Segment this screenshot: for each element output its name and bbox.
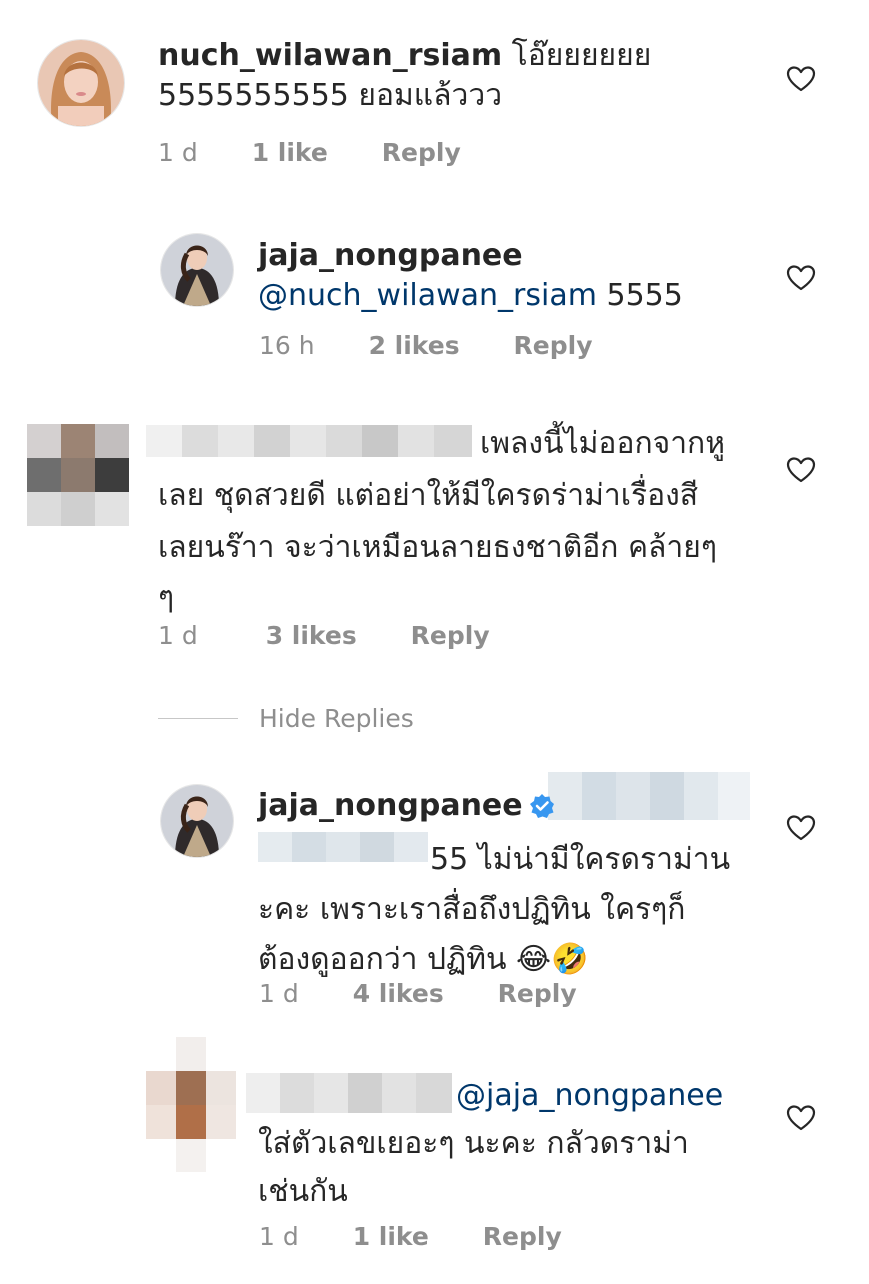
comment-time: 1 d [259,1222,299,1251]
hide-replies-divider [158,718,238,719]
comment-likes[interactable]: 1 like [353,1222,429,1251]
hide-replies-button[interactable]: Hide Replies [259,704,414,733]
comment-body: nuch_wilawan_rsiam โอ๊ยยยยยย 5555555555 … [158,36,718,116]
comment-username[interactable]: nuch_wilawan_rsiam [158,38,502,73]
comment-body: เพลงนี้ไม่ออกจากหู เลย ชุดสวยดี แต่อย่าใ… [158,424,758,618]
avatar-pixelated[interactable] [27,424,129,526]
comment-likes[interactable]: 1 like [252,138,328,167]
comment-text: ะคะ เพราะเราสื่อถึงปฏิทิน ใครๆก็ [258,892,686,927]
avatar-pixelated[interactable] [146,1037,236,1172]
comment-body: jaja_nongpanee 55 ไม่น่ามีใครดราม่าน ะคะ… [258,786,758,980]
heart-outline-icon[interactable] [786,456,816,484]
reply-button[interactable]: Reply [382,138,461,167]
reply-button[interactable]: Reply [483,1222,562,1251]
comment-likes[interactable]: 2 likes [369,331,460,360]
comment-text: โอ๊ยยยยยย [502,38,652,73]
comment-likes[interactable]: 4 likes [353,979,444,1008]
heart-outline-icon[interactable] [786,1104,816,1132]
comment-text: เลย ชุดสวยดี แต่อย่าให้มีใครดร่าม่าเรื่อ… [158,478,699,513]
reply-button[interactable]: Reply [498,979,577,1008]
comment-meta: 1 d 1 like Reply [259,1222,562,1251]
comment-time: 1 d [158,621,198,650]
comment-meta: 1 d 3 likes Reply [158,621,490,650]
avatar-nuch-wilawan[interactable] [38,40,124,126]
comment-text: 5555555555 ยอมแล้ววว [158,78,503,113]
comment-time: 16 h [259,331,315,360]
comment-text: ต้องดูออกว่า ปฏิทิน 😂🤣 [258,942,589,977]
comment-mention[interactable]: @nuch_wilawan_rsiam [258,278,597,313]
reply-button[interactable]: Reply [411,621,490,650]
comment-text: เลยนร๊าา จะว่าเหมือนลายธงชาติอีก คล้ายๆ [158,530,717,565]
comment-likes[interactable]: 3 likes [266,621,357,650]
comment-time: 1 d [158,138,198,167]
comment-meta: 1 d 1 like Reply [158,138,461,167]
comment-text: เพลงนี้ไม่ออกจากหู [480,426,725,461]
comment-meta: 1 d 4 likes Reply [259,979,577,1008]
comment-username[interactable]: jaja_nongpanee [258,238,523,273]
comment-username[interactable]: jaja_nongpanee [258,788,523,823]
avatar-jaja-nongpanee[interactable] [161,785,233,857]
comment-meta: 16 h 2 likes Reply [259,331,593,360]
heart-outline-icon[interactable] [786,814,816,842]
comment-time: 1 d [259,979,299,1008]
comment-text: 5555 [596,278,683,313]
verified-badge-icon [529,790,555,830]
comment-text: ๆ [158,580,175,615]
heart-outline-icon[interactable] [786,264,816,292]
avatar-jaja-nongpanee[interactable] [161,234,233,306]
comment-text: 55 ไม่น่ามีใครดราม่าน [430,842,731,877]
comment-body: jaja_nongpanee @nuch_wilawan_rsiam 5555 [258,236,738,316]
comment-mention[interactable]: @jaja_nongpanee [456,1078,723,1113]
comment-body: @jaja_nongpanee ใส่ตัวเลขเยอะๆ นะคะ กลัว… [258,1076,758,1212]
comment-text: ใส่ตัวเลขเยอะๆ นะคะ กลัวดราม่า [258,1126,689,1161]
comment-text: เช่นกัน [258,1174,348,1209]
heart-outline-icon[interactable] [786,65,816,93]
reply-button[interactable]: Reply [514,331,593,360]
